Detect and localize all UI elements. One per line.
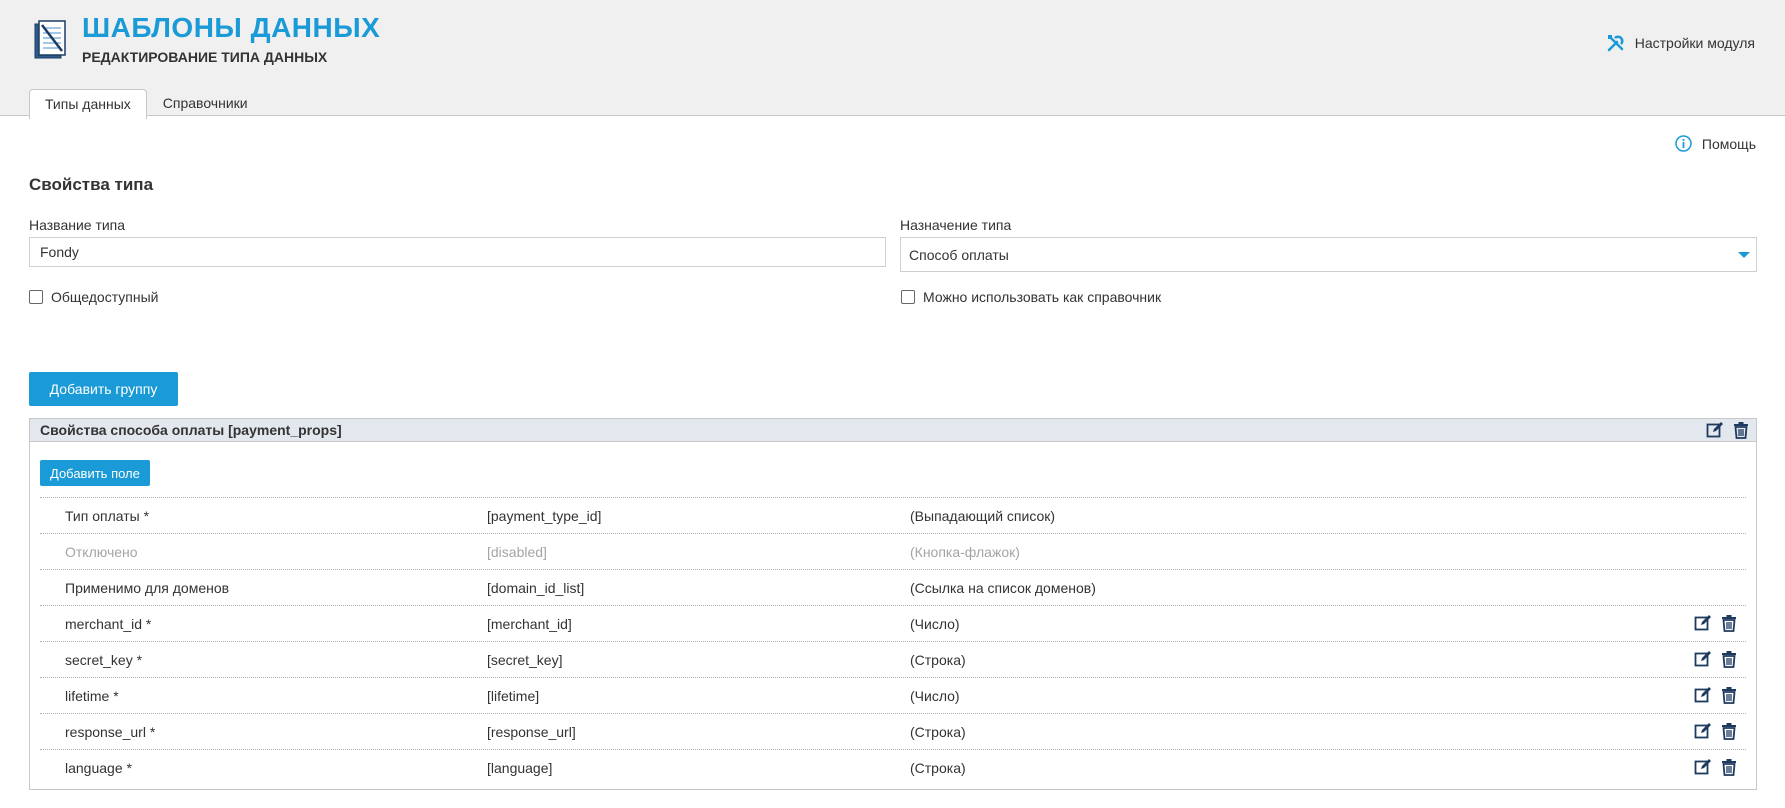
field-row-actions bbox=[1694, 686, 1738, 704]
page-subtitle: РЕДАКТИРОВАНИЕ ТИПА ДАННЫХ bbox=[82, 49, 328, 65]
trash-icon[interactable] bbox=[1732, 421, 1750, 439]
field-type: (Строка) bbox=[910, 652, 966, 668]
chevron-down-icon bbox=[1738, 252, 1750, 258]
type-name-label: Название типа bbox=[29, 217, 126, 233]
tab-references[interactable]: Справочники bbox=[147, 88, 264, 117]
edit-icon[interactable] bbox=[1694, 722, 1712, 740]
field-name: merchant_id * bbox=[65, 616, 152, 632]
app-header: ШАБЛОНЫ ДАННЫХ РЕДАКТИРОВАНИЕ ТИПА ДАННЫ… bbox=[0, 0, 1785, 119]
type-purpose-select[interactable]: Способ оплаты bbox=[900, 237, 1757, 272]
trash-icon[interactable] bbox=[1720, 650, 1738, 668]
edit-icon[interactable] bbox=[1706, 421, 1724, 439]
field-name: lifetime * bbox=[65, 688, 119, 704]
field-group-panel: Свойства способа оплаты [payment_props] … bbox=[29, 418, 1757, 790]
field-row: merchant_id * [merchant_id] (Число) bbox=[40, 605, 1746, 641]
data-templates-logo-icon bbox=[34, 20, 66, 59]
tab-bar: Типы данных Справочники bbox=[29, 88, 264, 119]
as-reference-checkbox-label: Можно использовать как справочник bbox=[923, 289, 1162, 305]
type-purpose-label: Назначение типа bbox=[900, 217, 1012, 233]
trash-icon[interactable] bbox=[1720, 614, 1738, 632]
field-name: language * bbox=[65, 760, 132, 776]
field-row-actions bbox=[1694, 614, 1738, 632]
field-row: Тип оплаты * [payment_type_id] (Выпадающий… bbox=[40, 497, 1746, 533]
public-checkbox[interactable] bbox=[29, 290, 43, 304]
field-type: (Число) bbox=[910, 616, 960, 632]
trash-icon[interactable] bbox=[1720, 686, 1738, 704]
field-row: language * [language] (Строка) bbox=[40, 749, 1746, 785]
field-name: Тип оплаты * bbox=[65, 508, 150, 524]
app-title: ШАБЛОНЫ ДАННЫХ bbox=[82, 12, 381, 43]
field-name: response_url * bbox=[65, 724, 156, 740]
field-code: [domain_id_list] bbox=[487, 580, 585, 596]
info-icon bbox=[1675, 135, 1692, 152]
field-code: [lifetime] bbox=[487, 688, 540, 704]
as-reference-checkbox[interactable] bbox=[901, 290, 915, 304]
tab-data-types[interactable]: Типы данных bbox=[29, 89, 147, 119]
module-settings-link[interactable]: Настройки модуля bbox=[1607, 34, 1755, 52]
field-row: Отключено [disabled] (Кнопка-флажок) bbox=[40, 533, 1746, 569]
edit-icon[interactable] bbox=[1694, 686, 1712, 704]
field-name: Применимо для доменов bbox=[65, 580, 230, 596]
tools-icon bbox=[1607, 35, 1624, 52]
field-code: [language] bbox=[487, 760, 553, 776]
public-checkbox-row[interactable]: Общедоступный bbox=[29, 289, 158, 305]
field-row: response_url * [response_url] (Строка) bbox=[40, 713, 1746, 749]
type-purpose-value: Способ оплаты bbox=[909, 246, 1009, 263]
field-name: Отключено bbox=[65, 544, 138, 560]
fields-list: Тип оплаты * [payment_type_id] (Выпадающий… bbox=[40, 497, 1746, 785]
field-code: [payment_type_id] bbox=[487, 508, 602, 524]
public-checkbox-label: Общедоступный bbox=[51, 289, 159, 305]
type-name-input[interactable] bbox=[29, 237, 886, 267]
help-label: Помощь bbox=[1701, 135, 1756, 152]
field-type: (Кнопка-флажок) bbox=[910, 544, 1020, 560]
field-name: secret_key * bbox=[65, 652, 143, 668]
as-reference-checkbox-row[interactable]: Можно использовать как справочник bbox=[901, 289, 1161, 305]
field-code: [merchant_id] bbox=[487, 616, 572, 632]
field-type: (Выпадающий список) bbox=[910, 508, 1056, 524]
section-title: Свойства типа bbox=[29, 175, 154, 194]
group-title: Свойства способа оплаты [payment_props] bbox=[40, 422, 342, 438]
field-type: (Строка) bbox=[910, 724, 966, 740]
field-code: [response_url] bbox=[487, 724, 576, 740]
add-field-button[interactable]: Добавить поле bbox=[40, 460, 150, 486]
module-settings-label: Настройки модуля bbox=[1634, 35, 1755, 51]
field-row-actions bbox=[1694, 650, 1738, 668]
trash-icon[interactable] bbox=[1720, 722, 1738, 740]
add-group-button[interactable]: Добавить группу bbox=[29, 372, 178, 406]
field-row-actions bbox=[1694, 758, 1738, 776]
group-actions bbox=[1706, 421, 1750, 439]
field-type: (Строка) bbox=[910, 760, 966, 776]
group-header: Свойства способа оплаты [payment_props] bbox=[30, 419, 1756, 442]
field-row-actions bbox=[1694, 722, 1738, 740]
edit-icon[interactable] bbox=[1694, 650, 1712, 668]
field-row: lifetime * [lifetime] (Число) bbox=[40, 677, 1746, 713]
field-row: Применимо для доменов [domain_id_list] (Сс… bbox=[40, 569, 1746, 605]
help-link[interactable]: Помощь bbox=[1675, 135, 1756, 152]
trash-icon[interactable] bbox=[1720, 758, 1738, 776]
field-code: [disabled] bbox=[487, 544, 547, 560]
field-type: (Число) bbox=[910, 688, 960, 704]
field-row: secret_key * [secret_key] (Строка) bbox=[40, 641, 1746, 677]
edit-icon[interactable] bbox=[1694, 614, 1712, 632]
field-type: (Ссылка на список доменов) bbox=[910, 580, 1096, 596]
field-code: [secret_key] bbox=[487, 652, 563, 668]
edit-icon[interactable] bbox=[1694, 758, 1712, 776]
